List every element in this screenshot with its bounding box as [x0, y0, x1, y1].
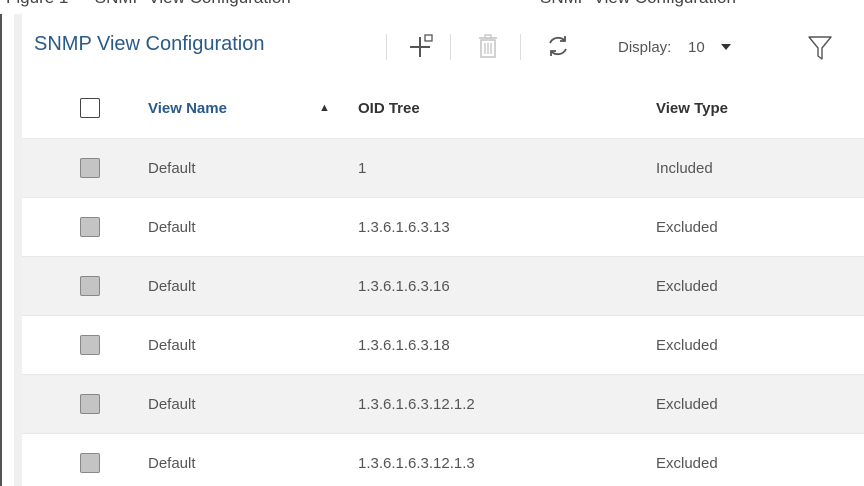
row-checkbox[interactable] [80, 158, 100, 178]
column-header-view-type[interactable]: View Type [656, 78, 728, 138]
view-name-cell: Default [148, 159, 196, 177]
left-border [0, 14, 2, 486]
table-row[interactable]: Default 1.3.6.1.6.3.18 Excluded [22, 316, 864, 375]
cropped-caption-left: Figure 1 — SNMP View Configuration [6, 0, 291, 8]
chevron-down-icon [720, 44, 731, 50]
column-header-oid-tree[interactable]: OID Tree [358, 78, 420, 138]
column-header-view-name[interactable]: View Name [148, 78, 227, 138]
delete-button[interactable] [470, 28, 506, 64]
table-row[interactable]: Default 1.3.6.1.6.3.13 Excluded [22, 198, 864, 257]
oid-tree-cell: 1.3.6.1.6.3.13 [358, 218, 450, 236]
snmp-view-table: View Name ▲ OID Tree View Type Default 1… [22, 78, 864, 486]
table-row[interactable]: Default 1.3.6.1.6.3.12.1.3 Excluded [22, 434, 864, 486]
display-count-select[interactable]: 10 [678, 32, 754, 62]
row-select-cell [80, 198, 104, 256]
display-label: Display: [618, 39, 672, 56]
select-all-checkbox[interactable] [80, 98, 100, 118]
toolbar: SNMP View Configuration Display: 10 [22, 14, 864, 78]
select-all-cell [80, 78, 104, 138]
row-select-cell [80, 316, 104, 374]
snmp-view-panel: SNMP View Configuration Display: 10 View… [22, 14, 864, 486]
display-count-value: 10 [688, 38, 705, 56]
row-select-cell [80, 257, 104, 315]
filter-button[interactable] [802, 30, 838, 66]
oid-tree-cell: 1.3.6.1.6.3.12.1.2 [358, 395, 475, 413]
oid-tree-cell: 1.3.6.1.6.3.16 [358, 277, 450, 295]
view-name-cell: Default [148, 218, 196, 236]
view-type-cell: Excluded [656, 454, 718, 472]
toolbar-divider [520, 34, 521, 60]
add-icon [410, 34, 433, 57]
table-row[interactable]: Default 1 Included [22, 139, 864, 198]
view-name-cell: Default [148, 336, 196, 354]
oid-tree-cell: 1.3.6.1.6.3.18 [358, 336, 450, 354]
table-row[interactable]: Default 1.3.6.1.6.3.16 Excluded [22, 257, 864, 316]
row-checkbox[interactable] [80, 217, 100, 237]
refresh-icon [549, 36, 567, 56]
row-checkbox[interactable] [80, 335, 100, 355]
row-checkbox[interactable] [80, 453, 100, 473]
view-type-cell: Excluded [656, 218, 718, 236]
toolbar-divider [450, 34, 451, 60]
view-name-cell: Default [148, 454, 196, 472]
oid-tree-cell: 1 [358, 159, 367, 177]
row-select-cell [80, 375, 104, 433]
view-type-cell: Excluded [656, 277, 718, 295]
panel-edge [14, 14, 22, 486]
view-type-cell: Included [656, 159, 713, 177]
refresh-button[interactable] [540, 28, 576, 64]
oid-tree-cell: 1.3.6.1.6.3.12.1.3 [358, 454, 475, 472]
page: Figure 1 — SNMP View Configuration SNMP … [0, 0, 864, 486]
view-type-cell: Excluded [656, 336, 718, 354]
row-select-cell [80, 434, 104, 486]
row-checkbox[interactable] [80, 394, 100, 414]
sort-arrow: ▲ [319, 102, 330, 114]
table-header: View Name ▲ OID Tree View Type [22, 78, 864, 139]
page-title: SNMP View Configuration [34, 33, 265, 55]
table-row[interactable]: Default 1.3.6.1.6.3.12.1.2 Excluded [22, 375, 864, 434]
filter-icon [808, 36, 832, 60]
sort-ascending-icon[interactable]: ▲ [319, 78, 330, 138]
row-select-cell [80, 139, 104, 197]
row-checkbox[interactable] [80, 276, 100, 296]
cropped-caption: Figure 1 — SNMP View Configuration SNMP … [0, 0, 864, 14]
view-name-cell: Default [148, 277, 196, 295]
cropped-caption-right: SNMP View Configuration [540, 0, 736, 8]
add-button[interactable] [404, 28, 440, 64]
toolbar-divider [386, 34, 387, 60]
view-name-cell: Default [148, 395, 196, 413]
view-type-cell: Excluded [656, 395, 718, 413]
trash-icon [479, 34, 497, 58]
